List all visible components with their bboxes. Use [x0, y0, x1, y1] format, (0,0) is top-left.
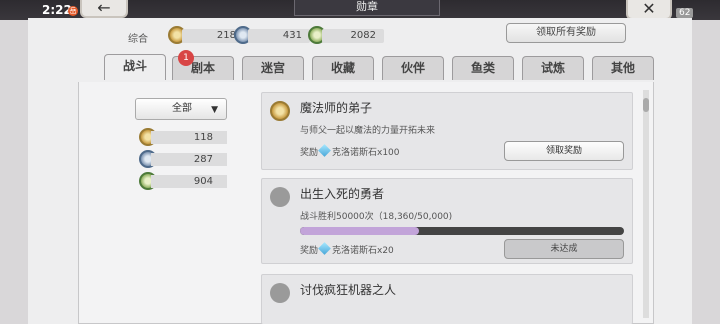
gold-count-value: 118 [151, 131, 227, 144]
silver-count: 431 [248, 29, 310, 43]
close-icon: ✕ [642, 0, 656, 18]
tab-labyrinth[interactable]: 迷宫 [242, 56, 304, 80]
reward-name: 克洛诺斯石x20 [332, 246, 394, 256]
filter-label: 全部 [172, 103, 192, 114]
medal-card: 出生入死的勇者 战斗胜利50000次（18,360/50,000) 奖励 克洛诺… [261, 178, 633, 264]
scroll-thumb[interactable] [643, 98, 649, 112]
progress-fill [300, 227, 419, 235]
summary-label: 综合 [128, 34, 148, 45]
gold-medal-icon [270, 101, 290, 121]
close-button[interactable]: ✕ [626, 0, 672, 20]
summary-silver: 431 [234, 26, 314, 44]
scrollbar[interactable] [643, 90, 649, 318]
top-bar: 2:22 岳 ← 勋章 ✕ 62 [0, 0, 720, 20]
medal-card: 魔法师的弟子 与师父一起以魔法的力量开拓未来 奖励 克洛诺斯石x100 领取奖励 [261, 92, 633, 170]
tab-companion[interactable]: 伙伴 [382, 56, 444, 80]
battery-indicator: 62 [676, 8, 694, 18]
reward-label: 奖励 [300, 246, 319, 256]
reward-name: 克洛诺斯石x100 [332, 148, 400, 158]
silver-count-value: 287 [151, 153, 227, 166]
notification-badge: 1 [178, 50, 194, 66]
chevron-down-icon: ▼ [211, 105, 218, 115]
medal-desc: 与师父一起以魔法的力量开拓未来 [300, 126, 436, 136]
tab-trial[interactable]: 试炼 [522, 56, 584, 80]
count-gold: 118 [139, 128, 227, 146]
medal-title: 讨伐疯狂机器之人 [300, 283, 397, 297]
green-count-value: 904 [151, 175, 227, 188]
reward-label: 奖励 [300, 148, 319, 158]
back-button[interactable]: ← [80, 0, 128, 18]
summary-bar: 综合 218 431 2082 领取所有奖励 [28, 18, 692, 52]
gem-icon [318, 144, 331, 157]
status-dot: 岳 [68, 6, 78, 16]
not-achieved-button[interactable]: 未达成 [504, 239, 624, 259]
locked-medal-icon [270, 283, 290, 303]
medal-list-panel: 全部 ▼ 118 287 904 魔法师的弟子 与师父一起以魔法的力量开拓未来 … [78, 82, 654, 324]
tab-collection[interactable]: 收藏 [312, 56, 374, 80]
tab-battle[interactable]: 战斗 [104, 54, 166, 80]
medal-screen: 综合 218 431 2082 领取所有奖励 战斗 剧本 迷宫 收藏 伙伴 鱼类… [28, 18, 692, 324]
filter-dropdown[interactable]: 全部 ▼ [135, 98, 227, 120]
bronze-count: 2082 [322, 29, 384, 43]
medal-desc: 战斗胜利50000次（18,360/50,000) [300, 212, 453, 222]
page-title: 勋章 [294, 0, 440, 16]
tab-fish[interactable]: 鱼类 [452, 56, 514, 80]
tab-other[interactable]: 其他 [592, 56, 654, 80]
locked-medal-icon [270, 187, 290, 207]
medal-title: 魔法师的弟子 [300, 101, 373, 115]
claim-all-button[interactable]: 领取所有奖励 [506, 23, 626, 43]
medal-title: 出生入死的勇者 [300, 187, 385, 201]
claim-reward-button[interactable]: 领取奖励 [504, 141, 624, 161]
medal-card: 讨伐疯狂机器之人 [261, 274, 633, 324]
progress-bar [300, 227, 624, 235]
count-silver: 287 [139, 150, 227, 168]
summary-bronze: 2082 [308, 26, 388, 44]
back-arrow-icon: ← [97, 0, 111, 17]
gem-icon [318, 242, 331, 255]
count-green: 904 [139, 172, 227, 190]
